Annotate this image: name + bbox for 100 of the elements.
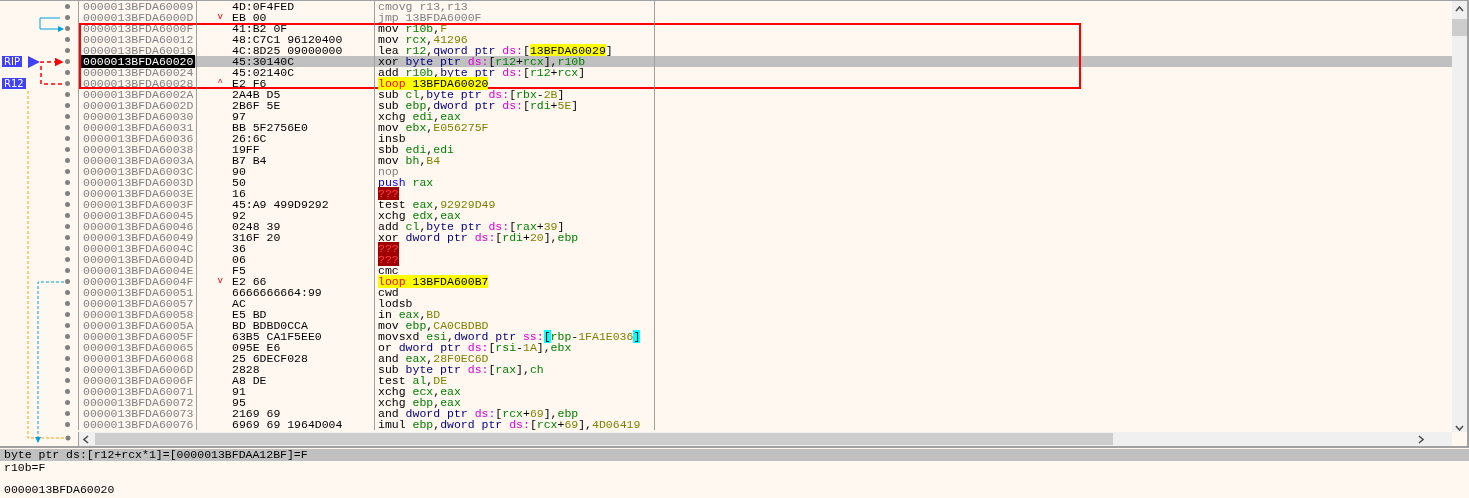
address-cell[interactable]: 0000013BFDA6000D [81,11,196,24]
disassembly-row[interactable]: 0000013BFDA60057 AC lodsb [79,298,1452,309]
bytes-cell: 26:6C [232,133,267,144]
scrollbar-thumb[interactable] [95,433,1113,445]
disassembly-row[interactable]: 0000013BFDA6000F 41:B2 0F mov r10b,F [79,23,1452,34]
disassembly-text: mov rcx,41296 [378,33,468,46]
address-cell[interactable]: 0000013BFDA6004E [81,264,196,277]
address-cell[interactable]: 0000013BFDA60045 [81,209,196,222]
disassembly-row[interactable]: 0000013BFDA6003C 90 nop [79,166,1452,177]
address-cell[interactable]: 0000013BFDA60046 [81,220,196,233]
address-cell[interactable]: 0000013BFDA60009 [81,1,196,13]
disassembly-row[interactable]: 0000013BFDA60036 26:6C insb [79,133,1452,144]
disassembly-text: jmp 13BFDA6000F [378,11,482,24]
address-cell[interactable]: 0000013BFDA6003F [81,198,196,211]
address-cell[interactable]: 0000013BFDA60030 [81,110,196,123]
address-cell[interactable]: 0000013BFDA6003C [81,165,196,178]
disassembly-row[interactable]: 0000013BFDA60072 95 xchg ebp,eax [79,397,1452,408]
bytes-cell: 41:B2 0F [232,23,288,34]
address-cell[interactable]: 0000013BFDA6004D [81,253,196,266]
address-cell[interactable]: 0000013BFDA60028 [81,77,196,90]
address-cell[interactable]: 0000013BFDA60072 [81,396,196,409]
disassembly-row[interactable]: 0000013BFDA60031 BB 5F2756E0 mov ebx,E056275F [79,122,1452,133]
address-cell[interactable]: 0000013BFDA6000F [81,22,196,35]
bytes-cell: E2 66 [232,276,267,287]
bytes-cell: 19FF [232,144,260,155]
address-cell[interactable]: 0000013BFDA60049 [81,231,196,244]
address-cell[interactable]: 0000013BFDA60036 [81,132,196,145]
disassembly-row[interactable]: 0000013BFDA6004F v E2 66 loop 13BFDA600B7 [79,276,1452,287]
breakpoint-dot[interactable] [65,435,71,441]
disassembly-row[interactable]: 0000013BFDA60073 2169 69 and dword ptr ds:[rcx+69],ebp [79,408,1452,419]
disassembly-row[interactable]: 0000013BFDA60076 6969 69 1964D004 imul ebp,dword ptr ds:[rcx+69],4D06419 [79,419,1452,430]
disassembly-text: or dword ptr ds:[rsi-1A],ebx [378,341,572,354]
bytes-cell: 25 6DECF028 [232,353,308,364]
disassembly-text: and eax,28F0EC6D [378,352,489,365]
disassembly-text: sbb edi,edi [378,143,454,156]
jump-arrow [39,17,64,32]
disassembly-row[interactable]: 0000013BFDA60045 92 xchg edx,eax [79,210,1452,221]
address-cell[interactable]: 0000013BFDA60024 [81,66,196,79]
address-cell[interactable]: 0000013BFDA60038 [81,143,196,156]
disassembly-row[interactable]: 0000013BFDA6005F 63B5 CA1F5EE0 movsxd esi,dword ptr ss:[rbp-1FA1E036] [79,331,1452,342]
scroll-up-icon[interactable] [1455,6,1464,12]
address-cell[interactable]: 0000013BFDA6003D [81,176,196,189]
address-cell[interactable]: 0000013BFDA60057 [81,297,196,310]
disassembly-row[interactable]: 0000013BFDA6003E 16 ??? [79,188,1452,199]
disassembly-row[interactable]: 0000013BFDA6006D 2828 sub byte ptr ds:[rax],ch [79,364,1452,375]
current-line-highlight[interactable]: 0000013BFDA60020 45:30140C xor byte ptr ds:[r12+rcx],r10b [79,56,1452,67]
disassembly-row[interactable]: 0000013BFDA60071 91 xchg ecx,eax [79,386,1452,397]
bytes-cell: F5 [232,265,246,276]
disassembly-row[interactable]: 0000013BFDA6004D 06 ??? [79,254,1452,265]
address-cell[interactable]: 0000013BFDA60012 [81,33,196,46]
address-cell[interactable]: 0000013BFDA60051 [81,286,196,299]
scroll-left-icon[interactable] [83,434,89,444]
address-cell[interactable]: 0000013BFDA60073 [81,407,196,420]
bytes-cell: 6969 69 1964D004 [232,419,343,430]
disassembly-row[interactable]: 0000013BFDA60038 19FF sbb edi,edi [79,144,1452,155]
address-cell[interactable]: 0000013BFDA60031 [81,121,196,134]
scrollbar-thumb[interactable] [1452,19,1467,36]
address-cell[interactable]: 0000013BFDA60019 [81,44,196,57]
disassembly-row[interactable]: 0000013BFDA6000D v EB 00 jmp 13BFDA6000F [79,12,1452,23]
address-cell[interactable]: 0000013BFDA6003A [81,154,196,167]
address-cell[interactable]: 0000013BFDA60068 [81,352,196,365]
address-cell[interactable]: 0000013BFDA6002A [81,88,196,101]
address-cell[interactable]: 0000013BFDA6006D [81,363,196,376]
address-cell[interactable]: 0000013BFDA6004C [81,242,196,255]
disassembly-row[interactable]: 0000013BFDA6002D 2B6F 5E sub ebp,dword ptr ds:[rdi+5E] [79,100,1452,111]
disassembly-row[interactable]: 0000013BFDA60068 25 6DECF028 and eax,28F0EC6D [79,353,1452,364]
disassembly-row[interactable]: 0000013BFDA60009 4D:0F4FED cmovg r13,r13 [79,1,1452,12]
bytes-cell: 316F 20 [232,232,281,243]
scroll-right-icon[interactable] [1418,434,1424,444]
horizontal-scrollbar[interactable] [79,432,1452,446]
disassembly-text: test al,DE [378,374,448,387]
address-cell[interactable]: 0000013BFDA60020 [81,55,196,68]
address-cell[interactable]: 0000013BFDA60071 [81,385,196,398]
disassembly-text: mov ebp,CA0CBDBD [378,319,489,332]
scroll-down-icon[interactable] [1455,425,1464,431]
register-label: R12 [2,78,26,89]
vertical-scrollbar[interactable] [1452,1,1467,432]
disassembly-row[interactable]: 0000013BFDA6002A 2A4B D5 sub cl,byte ptr ds:[rbx-2B] [79,89,1452,100]
disassembly-row[interactable]: 0000013BFDA60051 6666666664:99 cwd [79,287,1452,298]
disassembly-row[interactable]: 0000013BFDA60028 ^ E2 F6 loop 13BFDA60020 [79,78,1452,89]
address-cell[interactable]: 0000013BFDA6003E [81,187,196,200]
disassembly-text: test eax,92929D49 [378,198,496,211]
disassembly-row[interactable]: 0000013BFDA6006F A8 DE test al,DE [79,375,1452,386]
disassembly-row[interactable]: 0000013BFDA6003A B7 B4 mov bh,B4 [79,155,1452,166]
bytes-cell: 095E E6 [232,342,281,353]
disassembly-row[interactable]: 0000013BFDA60030 97 xchg edi,eax [79,111,1452,122]
disassembly-row[interactable]: 0000013BFDA60046 0248 39 add cl,byte ptr ds:[rax+39] [79,221,1452,232]
address-cell[interactable]: 0000013BFDA6004F [81,275,196,288]
disassembly-text: sub byte ptr ds:[rax],ch [378,363,544,376]
disassembly-row[interactable]: 0000013BFDA6003F 45:A9 499D9292 test eax,92929D49 [79,199,1452,210]
address-cell[interactable]: 0000013BFDA6005F [81,330,196,343]
disassembly-row[interactable]: 0000013BFDA60058 E5 BD in eax,BD [79,309,1452,320]
address-cell[interactable]: 0000013BFDA60065 [81,341,196,354]
jump-mark: ^ [217,78,223,89]
disassembly-row[interactable]: 0000013BFDA60065 095E E6 or dword ptr ds:[rsi-1A],ebx [79,342,1452,353]
address-cell[interactable]: 0000013BFDA60076 [81,418,196,431]
address-cell[interactable]: 0000013BFDA6002D [81,99,196,112]
address-cell[interactable]: 0000013BFDA60058 [81,308,196,321]
address-cell[interactable]: 0000013BFDA6005A [81,319,196,332]
address-cell[interactable]: 0000013BFDA6006F [81,374,196,387]
